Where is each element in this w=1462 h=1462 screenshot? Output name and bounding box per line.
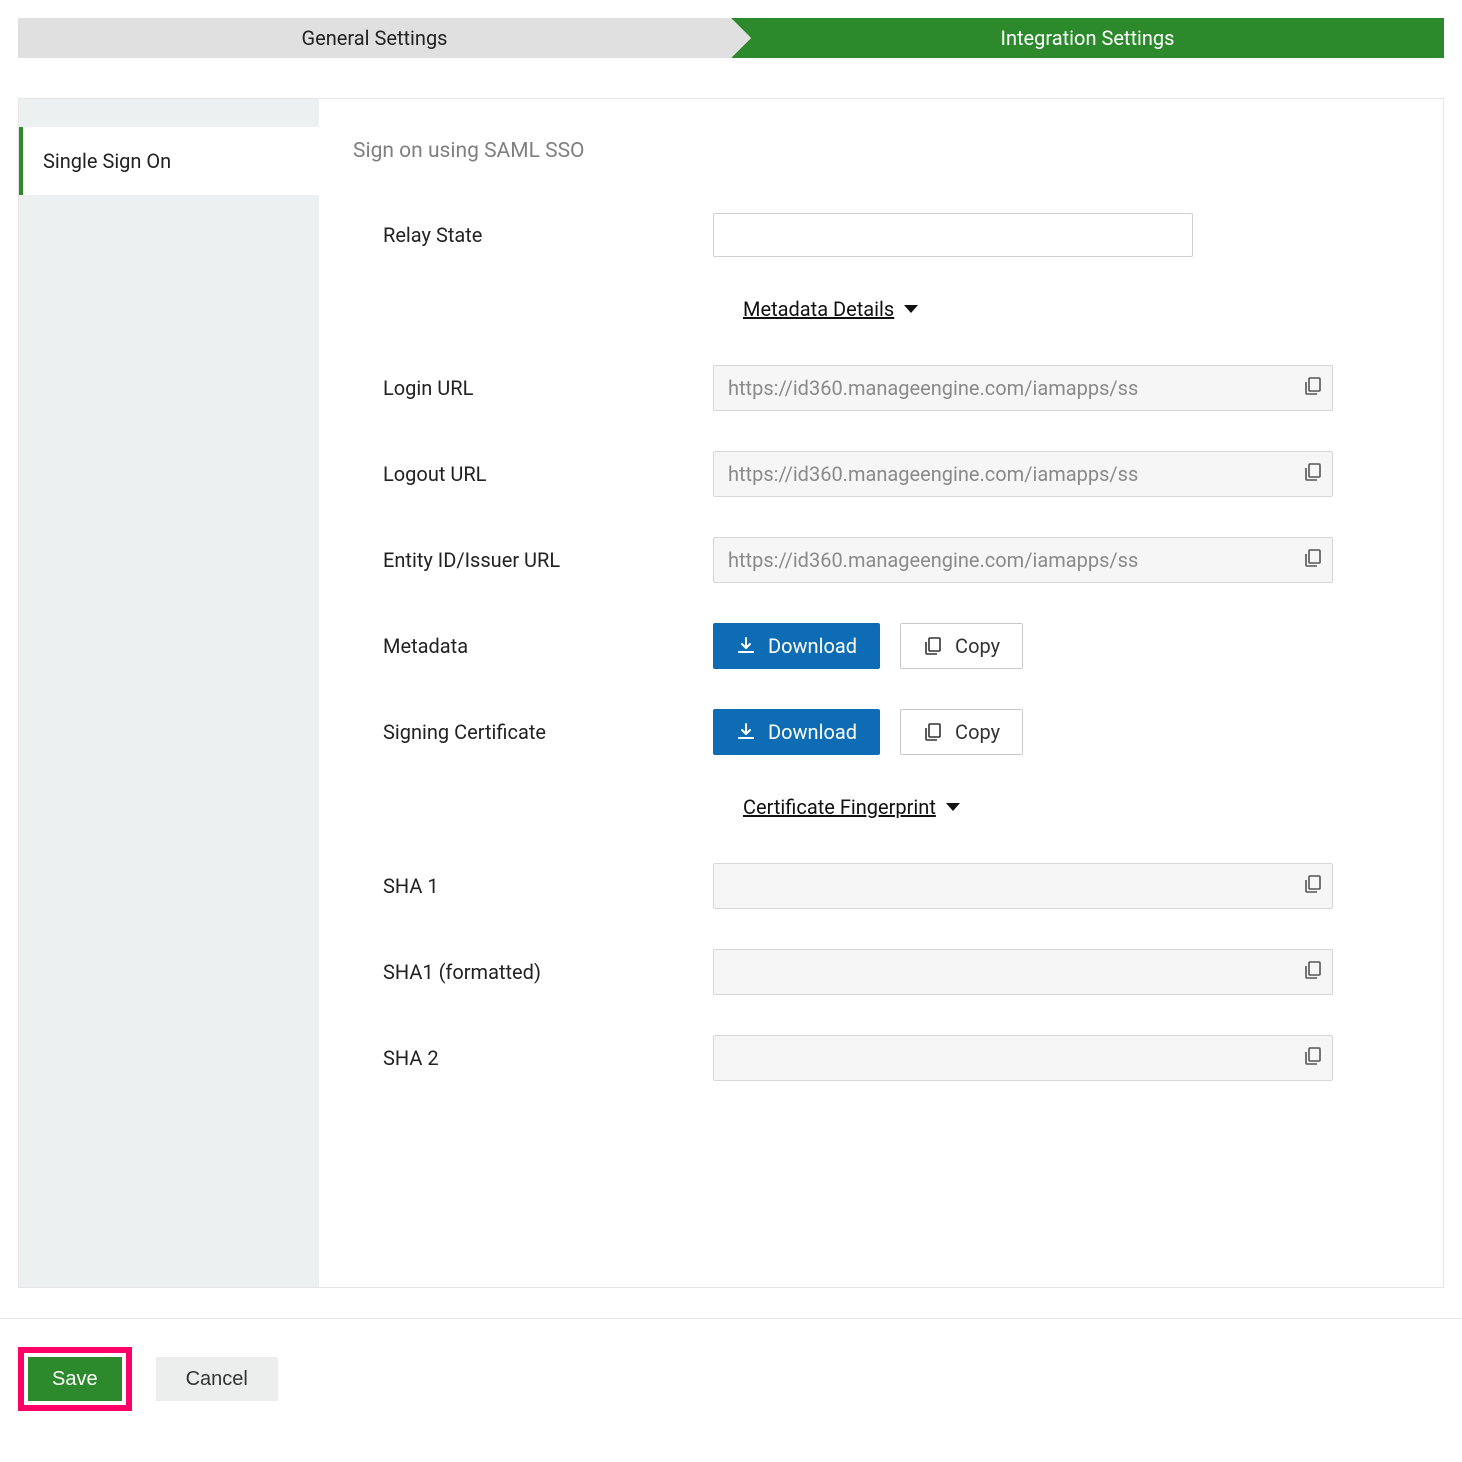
sha1-label: SHA 1 [353, 874, 713, 898]
entity-id-label: Entity ID/Issuer URL [353, 548, 713, 572]
logout-url-label: Logout URL [353, 462, 713, 486]
sha2-label: SHA 2 [353, 1046, 713, 1070]
tab-general-settings[interactable]: General Settings [18, 18, 731, 58]
footer-actions: Save Cancel [0, 1318, 1462, 1439]
caret-down-icon [946, 803, 960, 811]
tab-general-label: General Settings [302, 26, 448, 50]
content-area: Sign on using SAML SSO Relay State Metad… [319, 99, 1443, 1287]
sha2-value [713, 1035, 1333, 1081]
row-login-url: Login URL https://id360.manageengine.com… [353, 365, 1409, 411]
login-url-label: Login URL [353, 376, 713, 400]
copy-icon [1303, 462, 1323, 482]
download-icon [736, 636, 756, 656]
logout-url-value: https://id360.manageengine.com/iamapps/s… [713, 451, 1333, 497]
sha1-formatted-label: SHA1 (formatted) [353, 960, 713, 984]
tab-integration-settings[interactable]: Integration Settings [731, 18, 1444, 58]
row-sha1-formatted: SHA1 (formatted) [353, 949, 1409, 995]
copy-sha1-formatted-button[interactable] [1303, 960, 1323, 984]
download-label: Download [768, 634, 857, 658]
caret-down-icon [904, 305, 918, 313]
download-icon [736, 722, 756, 742]
copy-icon [1303, 874, 1323, 894]
download-cert-button[interactable]: Download [713, 709, 880, 755]
copy-icon [1303, 376, 1323, 396]
section-title: Sign on using SAML SSO [353, 139, 1409, 163]
row-sha2: SHA 2 [353, 1035, 1409, 1081]
copy-sha1-button[interactable] [1303, 874, 1323, 898]
copy-login-url-button[interactable] [1303, 376, 1323, 400]
sidebar: Single Sign On [19, 99, 319, 1287]
relay-state-input[interactable] [713, 213, 1193, 257]
entity-id-value: https://id360.manageengine.com/iamapps/s… [713, 537, 1333, 583]
metadata-details-toggle[interactable]: Metadata Details [743, 297, 918, 321]
cert-fingerprint-toggle[interactable]: Certificate Fingerprint [743, 795, 960, 819]
copy-icon [1303, 1046, 1323, 1066]
copy-logout-url-button[interactable] [1303, 462, 1323, 486]
save-highlight: Save [18, 1347, 132, 1411]
cancel-button[interactable]: Cancel [156, 1357, 278, 1401]
copy-cert-button[interactable]: Copy [900, 709, 1023, 755]
metadata-label: Metadata [353, 634, 713, 658]
sha1-formatted-value [713, 949, 1333, 995]
copy-icon [923, 636, 943, 656]
row-sha1: SHA 1 [353, 863, 1409, 909]
row-metadata: Metadata Download Copy [353, 623, 1409, 669]
row-logout-url: Logout URL https://id360.manageengine.co… [353, 451, 1409, 497]
relay-state-label: Relay State [353, 223, 713, 247]
sidebar-item-label: Single Sign On [43, 149, 171, 173]
row-entity-id: Entity ID/Issuer URL https://id360.manag… [353, 537, 1409, 583]
cert-fingerprint-label: Certificate Fingerprint [743, 795, 936, 819]
login-url-value: https://id360.manageengine.com/iamapps/s… [713, 365, 1333, 411]
sha1-value [713, 863, 1333, 909]
integration-panel: Single Sign On Sign on using SAML SSO Re… [18, 98, 1444, 1288]
tab-integration-label: Integration Settings [1001, 26, 1175, 50]
copy-icon [923, 722, 943, 742]
copy-icon [1303, 548, 1323, 568]
copy-metadata-button[interactable]: Copy [900, 623, 1023, 669]
row-relay-state: Relay State [353, 213, 1409, 257]
copy-label: Copy [955, 720, 1000, 744]
copy-icon [1303, 960, 1323, 980]
metadata-details-label: Metadata Details [743, 297, 894, 321]
signing-cert-label: Signing Certificate [353, 720, 713, 744]
copy-label: Copy [955, 634, 1000, 658]
download-metadata-button[interactable]: Download [713, 623, 880, 669]
download-label: Download [768, 720, 857, 744]
settings-tabs: General Settings Integration Settings [18, 18, 1444, 58]
sidebar-item-sso[interactable]: Single Sign On [19, 127, 319, 195]
row-signing-cert: Signing Certificate Download Copy [353, 709, 1409, 755]
copy-sha2-button[interactable] [1303, 1046, 1323, 1070]
save-button[interactable]: Save [28, 1357, 122, 1401]
copy-entity-id-button[interactable] [1303, 548, 1323, 572]
